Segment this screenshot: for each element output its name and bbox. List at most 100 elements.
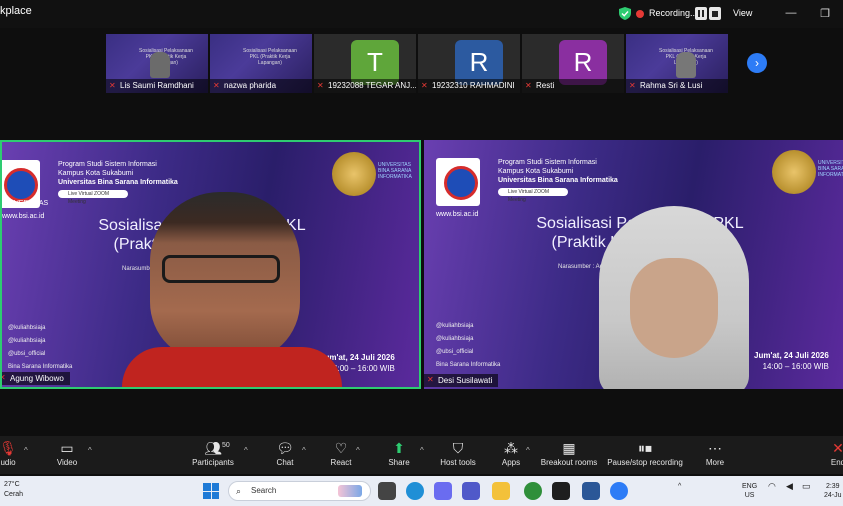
chat-button[interactable]: 💬︎ Chat [272,438,298,472]
participant-thumbnail[interactable]: Sosialisasi Pelaksanaan PKL (Praktik Ker… [106,34,210,93]
apps-button[interactable]: ⁂ Apps [498,438,524,472]
search-icon: ⌕ [236,486,242,496]
thumbnail-slide-title: Sosialisasi Pelaksanaan PKL (Praktik Ker… [243,48,297,66]
share-button[interactable]: ⬆ Share [384,438,414,472]
participant-name-tag: ✕ Desi Susilawati [424,374,499,387]
end-icon: ✕ [832,440,843,456]
chat-icon: 💬︎ [276,440,294,456]
social-links: @kuliahbsiaja @kuliahbsiaja @ubsi_offici… [436,323,501,368]
clock[interactable]: 2:39 24-Ju [824,482,842,500]
pause-recording-button[interactable] [695,7,707,20]
video-options-caret[interactable]: ^ [88,446,92,455]
stop-recording-button[interactable] [709,7,721,20]
program-info: Program Studi Sistem Informasi Kampus Ko… [498,158,618,185]
participant-thumbnail[interactable]: R ✕ Resti [522,34,626,93]
teams-icon[interactable] [462,482,480,500]
social-links: @kuliahbsiaja @kuliahbsiaja @ubsi_offici… [8,325,73,370]
mic-muted-icon: ✕ [421,81,428,90]
event-date: Jum'at, 24 Juli 2026 14:00 – 16:00 WIB [754,351,829,371]
react-button[interactable]: ♡ React [326,438,356,472]
chat-options-caret[interactable]: ^ [302,446,306,455]
participant-name: ✕ 19232310 RAHMADINI [418,79,520,93]
university-seal [772,150,816,194]
audio-button[interactable]: 🎙︎ udio [0,438,20,472]
word-icon[interactable] [582,482,600,500]
share-options-caret[interactable]: ^ [420,446,424,455]
program-line: Program Studi Sistem Informasi [58,161,157,168]
speaker-glasses [162,255,280,283]
language-indicator[interactable]: ENG US [742,482,757,500]
wifi-icon[interactable]: ◠ [768,482,776,491]
participant-thumbnail[interactable]: Sosialisasi Pelaksanaan PKL (Praktik Ker… [626,34,730,93]
zoom-icon[interactable] [610,482,628,500]
file-explorer-icon[interactable] [492,482,510,500]
website-label: www.bsi.ac.id [436,211,479,218]
program-line: Universitas Bina Sarana Informatika [58,179,178,186]
title-bar: kplace Recording... View — ❐ [0,0,843,28]
chrome-icon[interactable] [524,482,542,500]
more-dots-icon: ⋯ [708,440,722,456]
participant-name: ✕ nazwa pharida [210,79,312,93]
participant-video [150,52,170,78]
breakout-rooms-icon: ▦ [562,440,576,456]
host-tools-button[interactable]: ⛉ Host tools [438,438,478,472]
mic-muted-icon: ✕ [109,81,116,90]
chevron-right-icon: › [755,56,759,70]
zoom-meeting-pill: Live Virtual ZOOM Meeting [498,188,568,203]
windows-taskbar: 27°C Cerah ⌕ Search ^ ENG US ◠ ◀ ▭ 2:39 … [0,476,843,506]
speaker-video-tile[interactable]: UNIVERSITAS www.bsi.ac.id Program Studi … [0,140,421,389]
battery-icon[interactable]: ▭ [802,482,811,491]
participant-thumbnail[interactable]: R ✕ 19232310 RAHMADINI [418,34,522,93]
university-seal [332,152,376,196]
pause-stop-recording-button[interactable]: ⏸⏹ Pause/stop recording [606,438,684,472]
participant-name: ✕ Resti [522,79,624,93]
next-page-button[interactable]: › [747,53,767,73]
sticky-app-icon[interactable] [552,482,570,500]
copilot-icon[interactable] [434,482,452,500]
zoom-meeting-window: kplace Recording... View — ❐ Sosialisasi… [0,0,843,506]
breakout-rooms-button[interactable]: ▦ Breakout rooms [540,438,598,472]
mic-muted-icon: ✕ [213,81,220,90]
participant-thumbnail[interactable]: T ✕ 19232088 TEGAR ANJ... [314,34,418,93]
apps-options-caret[interactable]: ^ [526,446,530,455]
participant-video-tile[interactable]: www.bsi.ac.id Program Studi Sistem Infor… [424,140,843,389]
shield-check-icon[interactable] [619,7,631,20]
audio-options-caret[interactable]: ^ [24,446,28,455]
participant-name: ✕ Rahma Sri & Lusi [626,79,728,93]
restore-icon[interactable]: ❐ [818,6,832,20]
speaker-shirt [122,347,342,387]
zoom-meeting-pill: Live Virtual ZOOM Meeting [58,190,128,205]
program-line: Universitas Bina Sarana Informatika [498,177,618,184]
mic-muted-icon: 🎙︎ [0,440,17,456]
pause-stop-icon: ⏸⏹ [638,440,652,456]
program-line: Kampus Kota Sukabumi [58,170,134,177]
volume-icon[interactable]: ◀ [786,482,793,491]
participant-thumbnail[interactable]: Sosialisasi Pelaksanaan PKL (Praktik Ker… [210,34,314,93]
weather-widget[interactable]: 27°C Cerah [4,480,23,500]
video-button[interactable]: ▭ Video [52,438,82,472]
edge-icon[interactable] [406,482,424,500]
mic-muted-icon: ✕ [2,373,8,383]
view-menu-button[interactable]: View [733,8,752,18]
share-arrow-icon: ⬆ [393,440,405,456]
participant-face [630,258,718,358]
task-view-icon[interactable] [378,482,396,500]
more-button[interactable]: ⋯ More [702,438,728,472]
react-options-caret[interactable]: ^ [356,446,360,455]
taskbar-search[interactable]: ⌕ Search [228,481,371,501]
speaker-name-tag: ✕ Agung Wibowo [2,372,70,385]
heart-icon: ♡ [334,440,348,456]
apps-icon: ⁂ [504,440,518,456]
windows-start-icon[interactable] [203,483,219,499]
minimize-icon[interactable]: — [784,6,798,20]
participant-name: ✕ Lis Saumi Ramdhani [106,79,208,93]
end-meeting-button[interactable]: ✕ End [828,438,843,472]
mic-muted-icon: ✕ [629,81,636,90]
weather-condition: Cerah [4,491,24,498]
participants-options-caret[interactable]: ^ [244,446,248,455]
mic-muted-icon: ✕ [525,81,532,90]
tray-chevron-icon[interactable]: ^ [678,482,681,491]
website-label: www.bsi.ac.id [2,213,45,220]
seal-text: UNIVERSITAS BINA SARANA INFORMATIKA [818,160,843,178]
participants-count: 50 [222,442,230,449]
